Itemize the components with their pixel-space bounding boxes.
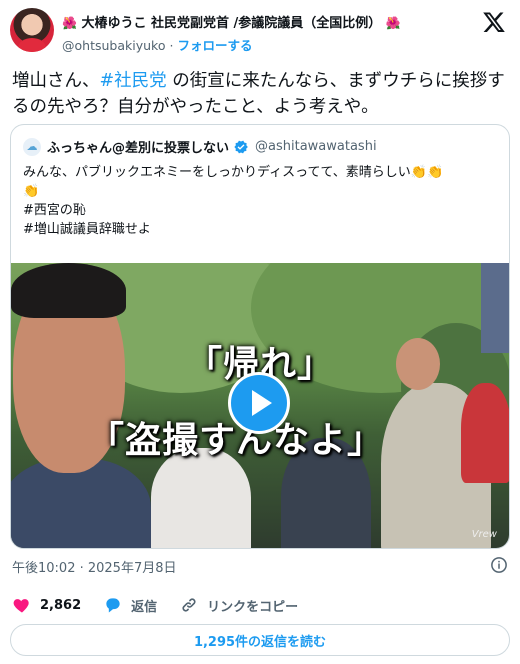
- reply-button[interactable]: 返信: [103, 595, 157, 615]
- link-icon: [182, 598, 196, 612]
- quoted-text-line1: みんな、パブリックエネミーをしっかりディスってて、素晴らしい👏👏: [23, 163, 503, 182]
- tweet-actions: 2,862 返信 リンクをコピー: [12, 594, 320, 616]
- handle-separator: ·: [169, 38, 174, 53]
- author-handle-line: @ohtsubakiyuko · フォローする: [62, 35, 252, 54]
- read-replies-button[interactable]: 1,295件の返信を読む: [10, 624, 510, 656]
- like-button[interactable]: 2,862: [12, 595, 81, 615]
- copy-link-label: リンクをコピー: [207, 599, 299, 615]
- fg-person-hair: [11, 263, 126, 318]
- flower-emoji-left: 🌺: [62, 16, 77, 30]
- clap-emoji-icon: 👏👏: [410, 165, 444, 180]
- follow-button[interactable]: フォローする: [177, 38, 252, 53]
- author-name[interactable]: 大椿ゆうこ 社民党副党首 /参議院議員（全国比例）: [81, 16, 381, 31]
- quoted-hashtag-1[interactable]: #西宮の恥: [23, 201, 503, 220]
- tweet-text-part1: 増山さん、: [12, 71, 100, 91]
- copy-link-button[interactable]: リンクをコピー: [179, 595, 298, 615]
- quoted-text-main: みんな、パブリックエネミーをしっかりディスってて、素晴らしい: [23, 165, 411, 180]
- reply-label: 返信: [131, 599, 158, 615]
- quoted-hashtag-2[interactable]: #増山誠議員辞職せよ: [23, 220, 503, 239]
- quoted-tweet-text: みんな、パブリックエネミーをしっかりディスってて、素晴らしい👏👏 👏 #西宮の恥…: [23, 163, 503, 239]
- bg-sign: [481, 263, 509, 353]
- bg-person: [461, 383, 509, 483]
- tweet-text: 増山さん、#社民党 の街宣に来たんなら、まずウチらに挨拶するの先やろ？自分がやっ…: [12, 68, 508, 120]
- tweet-embed: 🌺 大椿ゆうこ 社民党副党首 /参議院議員（全国比例） 🌺 @ohtsubaki…: [0, 0, 520, 664]
- play-button[interactable]: [228, 372, 290, 434]
- x-logo-icon[interactable]: [482, 10, 506, 34]
- bg-person-face: [396, 338, 440, 390]
- heart-icon: [13, 599, 29, 613]
- quoted-author-name[interactable]: ふっちゃん@差別に投票しない: [47, 137, 229, 156]
- author-name-line[interactable]: 🌺 大椿ゆうこ 社民党副党首 /参議院議員（全国比例） 🌺: [62, 12, 401, 31]
- quoted-tweet[interactable]: ☁ ふっちゃん@差別に投票しない @ashitawawatashi みんな、パブ…: [10, 124, 510, 549]
- flower-emoji-right: 🌺: [385, 16, 401, 30]
- hashtag-link[interactable]: #社民党: [100, 71, 167, 91]
- quoted-tweet-header: ☁ ふっちゃん@差別に投票しない @ashitawawatashi: [23, 137, 377, 156]
- reply-bubble-icon: [106, 598, 120, 613]
- video-watermark: Vrew: [471, 529, 497, 540]
- quoted-author-avatar[interactable]: ☁: [23, 137, 41, 156]
- author-avatar[interactable]: [10, 8, 54, 52]
- like-count: 2,862: [40, 597, 82, 613]
- info-icon[interactable]: [490, 556, 508, 574]
- clap-emoji-icon-line: 👏: [23, 184, 40, 199]
- play-icon: [252, 390, 272, 416]
- verified-badge-icon: [234, 140, 248, 153]
- video-player[interactable]: 「帰れ」 「盗撮すんなよ」 Vrew: [11, 263, 509, 548]
- bg-person: [151, 448, 251, 548]
- author-handle[interactable]: @ohtsubakiyuko: [62, 38, 165, 53]
- tweet-timestamp[interactable]: 午後10:02 · 2025年7月8日: [12, 557, 177, 576]
- quoted-author-handle[interactable]: @ashitawawatashi: [255, 139, 377, 154]
